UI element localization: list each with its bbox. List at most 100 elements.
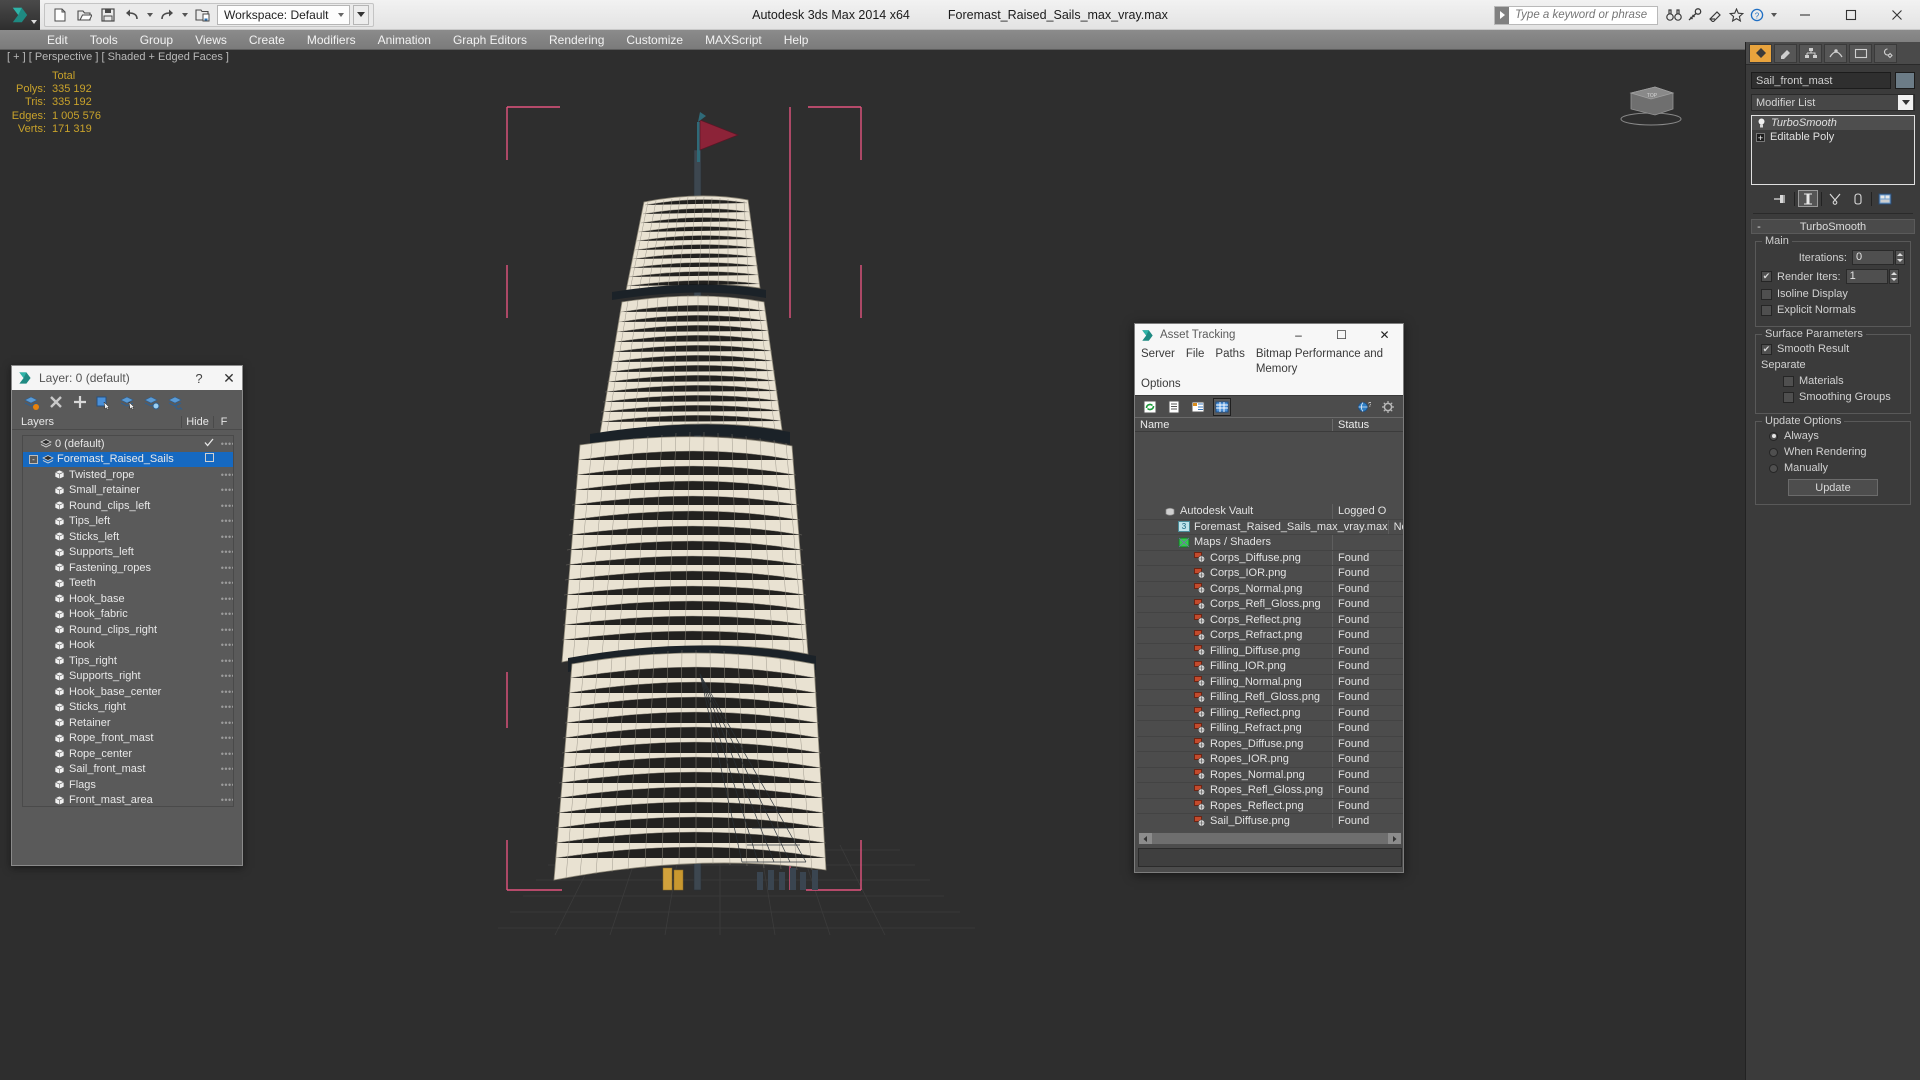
new-file-icon[interactable] <box>49 5 71 25</box>
layer-list-item[interactable]: Front_mast_area •••• <box>23 793 233 806</box>
layer-list-item[interactable]: Fastening_ropes •••• <box>23 560 233 576</box>
object-color-swatch[interactable] <box>1895 72 1915 89</box>
smooth-result-checkbox[interactable] <box>1761 343 1772 355</box>
layer-list-item[interactable]: Retainer •••• <box>23 715 233 731</box>
layer-freeze-toggle[interactable]: •••• <box>215 470 233 480</box>
layer-list-item[interactable]: Sticks_right •••• <box>23 700 233 716</box>
asset-item-name-cell[interactable]: Ropes_Refl_Gloss.png <box>1137 783 1333 798</box>
render-iters-field[interactable]: 1 <box>1845 269 1888 284</box>
render-iters-checkbox[interactable] <box>1761 271 1772 282</box>
layer-list-item[interactable]: Hook_base •••• <box>23 591 233 607</box>
asset-menu-options[interactable]: Options <box>1141 377 1181 392</box>
refresh-icon[interactable] <box>1141 398 1159 416</box>
asset-list-item[interactable]: Corps_Refl_Gloss.png Found <box>1137 597 1403 613</box>
set-current-layer-icon[interactable] <box>143 394 160 411</box>
layer-list-item[interactable]: Hook_fabric •••• <box>23 607 233 623</box>
asset-list-item[interactable]: Corps_IOR.png Found <box>1137 566 1403 582</box>
update-always-radio[interactable] <box>1769 431 1778 441</box>
create-new-layer-icon[interactable] <box>23 394 40 411</box>
settings-icon[interactable] <box>1379 398 1397 416</box>
asset-item-name-cell[interactable]: Corps_Refl_Gloss.png <box>1137 597 1333 612</box>
asset-item-name-cell[interactable]: Autodesk Vault <box>1137 504 1333 519</box>
layer-freeze-toggle[interactable]: •••• <box>215 718 233 728</box>
asset-menu-paths[interactable]: Paths <box>1215 347 1244 377</box>
layer-list-item[interactable]: Twisted_rope •••• <box>23 467 233 483</box>
layer-freeze-toggle[interactable]: •••• <box>215 640 233 650</box>
asset-item-name-cell[interactable]: Filling_Reflect.png <box>1137 705 1333 720</box>
remove-modifier-button[interactable] <box>1848 190 1868 207</box>
column-header-status[interactable]: Status <box>1333 419 1403 431</box>
viewcube[interactable]: TOP <box>1615 75 1687 127</box>
layer-dialog-titlebar[interactable]: Layer: 0 (default) ? ✕ <box>12 366 242 390</box>
collapse-expand-icon[interactable]: - <box>29 454 38 464</box>
layer-freeze-toggle[interactable]: •••• <box>215 563 233 573</box>
isoline-display-checkbox[interactable] <box>1761 288 1772 300</box>
layer-freeze-toggle[interactable]: •••• <box>215 609 233 619</box>
update-manually-radio[interactable] <box>1769 463 1778 473</box>
layer-list-item[interactable]: Hook_base_center •••• <box>23 684 233 700</box>
update-button[interactable]: Update <box>1788 479 1878 496</box>
asset-close-button[interactable]: ✕ <box>1366 324 1403 346</box>
menu-item-views[interactable]: Views <box>184 31 238 49</box>
pin-stack-button[interactable] <box>1771 190 1791 207</box>
asset-list-item[interactable]: Ropes_Refl_Gloss.png Found <box>1137 783 1403 799</box>
iterations-field[interactable]: 0 <box>1852 250 1894 265</box>
column-header-name[interactable]: Name <box>1135 418 1333 431</box>
layer-list-item[interactable]: Rope_center •••• <box>23 746 233 762</box>
redo-dropdown-caret-icon[interactable] <box>180 5 189 25</box>
asset-list-item[interactable]: 3 Foremast_Raised_Sails_max_vray.max Netwo… <box>1137 519 1403 535</box>
highlight-selected-objects-layer-icon[interactable] <box>119 394 136 411</box>
layer-list-item[interactable]: Sticks_left •••• <box>23 529 233 545</box>
motion-tab[interactable] <box>1824 43 1847 63</box>
asset-item-name-cell[interactable]: Ropes_Diffuse.png <box>1137 736 1333 751</box>
layer-freeze-toggle[interactable]: •••• <box>215 516 233 526</box>
detail-view-icon[interactable] <box>1189 398 1207 416</box>
utilities-tab[interactable] <box>1874 43 1897 63</box>
menu-item-maxscript[interactable]: MAXScript <box>694 31 773 49</box>
layer-freeze-toggle[interactable]: •••• <box>215 501 233 511</box>
asset-list[interactable]: Autodesk Vault Logged O 3 Foremast_Raised_S… <box>1137 504 1403 828</box>
layer-dialog-close-button[interactable]: ✕ <box>216 370 242 387</box>
menu-item-tools[interactable]: Tools <box>79 31 129 49</box>
layer-freeze-toggle[interactable]: •••• <box>215 733 233 743</box>
asset-menu-bitmap-performance[interactable]: Bitmap Performance and Memory <box>1256 347 1403 377</box>
redo-icon[interactable] <box>156 5 178 25</box>
asset-list-item[interactable]: Filling_Normal.png Found <box>1137 674 1403 690</box>
layer-freeze-toggle[interactable]: •••• <box>215 702 233 712</box>
object-name-field[interactable]: Sail_front_mast <box>1751 72 1891 89</box>
asset-list-item[interactable]: Autodesk Vault Logged O <box>1137 504 1403 520</box>
layer-list-item[interactable]: Supports_right •••• <box>23 669 233 685</box>
asset-list-item[interactable]: Maps / Shaders <box>1137 535 1403 551</box>
asset-list-item[interactable]: Corps_Normal.png Found <box>1137 581 1403 597</box>
separate-materials-checkbox[interactable] <box>1783 375 1794 387</box>
close-button[interactable] <box>1874 0 1920 30</box>
asset-item-name-cell[interactable]: Filling_Normal.png <box>1137 674 1333 689</box>
layer-freeze-toggle[interactable]: •••• <box>215 547 233 557</box>
menu-item-rendering[interactable]: Rendering <box>538 31 615 49</box>
grid-view-icon[interactable] <box>1213 397 1231 416</box>
layer-freeze-toggle[interactable]: •••• <box>215 687 233 697</box>
layer-freeze-toggle[interactable]: •••• <box>215 594 233 604</box>
asset-item-name-cell[interactable]: Filling_IOR.png <box>1137 659 1333 674</box>
asset-item-name-cell[interactable]: Filling_Refl_Gloss.png <box>1137 690 1333 705</box>
configure-modifier-sets-button[interactable] <box>1875 190 1895 207</box>
layer-list-item[interactable]: 0 (default) •••• <box>23 436 233 452</box>
layer-list-item[interactable]: Round_clips_left •••• <box>23 498 233 514</box>
menu-item-modifiers[interactable]: Modifiers <box>296 31 367 49</box>
asset-item-name-cell[interactable]: 3 Foremast_Raised_Sails_max_vray.max <box>1137 519 1389 534</box>
subscription-key-icon[interactable] <box>1685 5 1704 25</box>
perspective-viewport[interactable]: [ + ] [ Perspective ] [ Shaded + Edged F… <box>0 50 1745 1080</box>
asset-list-item[interactable]: Corps_Diffuse.png Found <box>1137 550 1403 566</box>
asset-item-name-cell[interactable]: Ropes_Normal.png <box>1137 767 1333 782</box>
show-end-result-button[interactable] <box>1798 190 1818 207</box>
delete-layer-icon[interactable] <box>47 394 64 411</box>
chevron-down-icon[interactable] <box>1898 95 1913 110</box>
menu-item-animation[interactable]: Animation <box>367 31 442 49</box>
asset-list-item[interactable]: Ropes_Diffuse.png Found <box>1137 736 1403 752</box>
asset-item-name-cell[interactable]: Maps / Shaders <box>1137 535 1333 550</box>
save-file-icon[interactable] <box>97 5 119 25</box>
asset-item-name-cell[interactable]: Corps_Normal.png <box>1137 581 1333 596</box>
search-binoculars-icon[interactable] <box>1664 5 1683 25</box>
display-tab[interactable] <box>1849 43 1872 63</box>
make-unique-button[interactable] <box>1825 190 1845 207</box>
